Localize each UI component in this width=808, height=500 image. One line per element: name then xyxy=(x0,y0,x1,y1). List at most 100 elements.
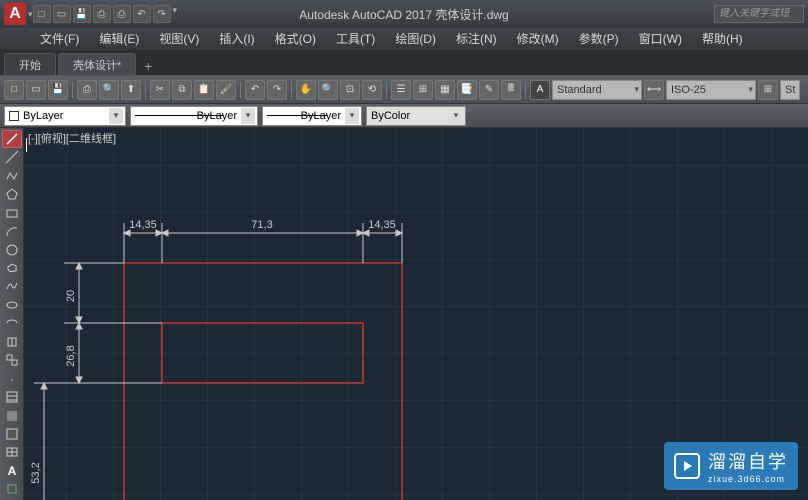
gradient-tool-icon[interactable] xyxy=(2,407,22,424)
table-tool-icon[interactable] xyxy=(2,444,22,461)
tb-markup-icon[interactable]: ✎ xyxy=(479,80,499,100)
circle-tool-icon[interactable] xyxy=(2,241,22,258)
layer-color-dropdown[interactable]: ByLayer ▾ xyxy=(4,106,126,126)
draw-toolbar: · A xyxy=(0,128,24,500)
tb-publish-icon[interactable]: ⬆ xyxy=(121,80,141,100)
insert-tool-icon[interactable] xyxy=(2,333,22,350)
play-icon xyxy=(674,453,700,479)
linetype-value: ByLayer xyxy=(197,110,237,122)
tb-props-icon[interactable]: ☰ xyxy=(391,80,411,100)
watermark-badge: 溜溜自学 zixue.3d66.com xyxy=(664,442,798,490)
qat-new-icon[interactable]: □ xyxy=(33,5,51,23)
polygon-tool-icon[interactable] xyxy=(2,186,22,203)
tb-undo-icon[interactable]: ↶ xyxy=(245,80,265,100)
tb-match-icon[interactable]: 🖌 xyxy=(216,80,236,100)
menu-draw[interactable]: 绘图(D) xyxy=(385,28,446,50)
separator xyxy=(240,81,241,99)
dim-v2: 26,8 xyxy=(65,345,77,366)
tab-new-icon[interactable]: + xyxy=(138,57,158,75)
menu-insert[interactable]: 插入(I) xyxy=(209,28,264,50)
point-tool-icon[interactable]: · xyxy=(2,370,22,387)
plotstyle-dropdown[interactable]: ByColor ▾ xyxy=(366,106,466,126)
line-tool-icon[interactable] xyxy=(2,130,22,148)
linetype-dropdown[interactable]: ByLayer ▾ xyxy=(130,106,258,126)
tb-new-icon[interactable]: □ xyxy=(4,80,24,100)
mtext-tool-icon[interactable]: A xyxy=(2,462,22,479)
tb-dim-icon[interactable]: ⟷ xyxy=(644,80,664,100)
text-style-value: Standard xyxy=(557,84,602,96)
layer-bar: ByLayer ▾ ByLayer ▾ ByLayer ▾ ByColor ▾ xyxy=(0,104,808,128)
tb-table-icon[interactable]: ⊞ xyxy=(758,80,778,100)
menu-modify[interactable]: 修改(M) xyxy=(507,28,569,50)
viewport-label[interactable]: [-][俯视][二维线框] xyxy=(28,130,116,146)
spline-tool-icon[interactable] xyxy=(2,278,22,295)
tb-print-icon[interactable]: ⎙ xyxy=(77,80,97,100)
tb-zoomprev-icon[interactable]: ⟲ xyxy=(362,80,382,100)
region-tool-icon[interactable] xyxy=(2,425,22,442)
tb-text-icon[interactable]: A xyxy=(530,80,550,100)
tb-paste-icon[interactable]: 📋 xyxy=(194,80,214,100)
tb-sheetset-icon[interactable]: 📑 xyxy=(457,80,477,100)
standard-dropdown[interactable]: St xyxy=(780,80,800,100)
revcloud-tool-icon[interactable] xyxy=(2,259,22,276)
hatch-tool-icon[interactable] xyxy=(2,388,22,405)
tab-current-file[interactable]: 壳体设计* xyxy=(58,53,136,75)
xline-tool-icon[interactable] xyxy=(2,149,22,166)
tb-copy-icon[interactable]: ⧉ xyxy=(172,80,192,100)
app-logo-icon[interactable]: A xyxy=(4,3,26,25)
tb-toolpalette-icon[interactable]: ▦ xyxy=(435,80,455,100)
quick-access-toolbar: □ ▭ 💾 ⎙ ⎙ ↶ ↷ ▾ xyxy=(33,5,178,23)
layer-color-value: ByLayer xyxy=(23,110,63,122)
menu-parametric[interactable]: 参数(P) xyxy=(569,28,629,50)
dim-h1: 14,35 xyxy=(129,219,157,231)
tab-start[interactable]: 开始 xyxy=(4,53,56,75)
qat-undo-icon[interactable]: ↶ xyxy=(133,5,151,23)
dropdown-arrow-icon: ▾ xyxy=(634,84,639,95)
tb-cut-icon[interactable]: ✂ xyxy=(150,80,170,100)
block-tool-icon[interactable] xyxy=(2,352,22,369)
tb-redo-icon[interactable]: ↷ xyxy=(267,80,287,100)
separator xyxy=(72,81,73,99)
window-title: Autodesk AutoCAD 2017 壳体设计.dwg xyxy=(299,6,508,23)
menu-dimension[interactable]: 标注(N) xyxy=(446,28,507,50)
dim-style-value: ISO-25 xyxy=(671,84,706,96)
ellipsearc-tool-icon[interactable] xyxy=(2,315,22,332)
search-input[interactable]: 键入关键字或短 xyxy=(714,5,804,23)
tb-zoomwin-icon[interactable]: ⊡ xyxy=(340,80,360,100)
tb-open-icon[interactable]: ▭ xyxy=(26,80,46,100)
tb-zoom-icon[interactable]: 🔍 xyxy=(318,80,338,100)
rectangle-tool-icon[interactable] xyxy=(2,204,22,221)
qat-saveas-icon[interactable]: ⎙ xyxy=(93,5,111,23)
menu-file[interactable]: 文件(F) xyxy=(30,28,89,50)
tb-calc-icon[interactable]: 🖩 xyxy=(501,80,521,100)
file-tab-bar: 开始 壳体设计* + xyxy=(0,50,808,76)
tb-preview-icon[interactable]: 🔍 xyxy=(99,80,119,100)
menu-edit[interactable]: 编辑(E) xyxy=(89,28,149,50)
polyline-tool-icon[interactable] xyxy=(2,167,22,184)
tb-designcenter-icon[interactable]: ⊞ xyxy=(413,80,433,100)
text-style-dropdown[interactable]: Standard ▾ xyxy=(552,80,642,100)
tb-pan-icon[interactable]: ✋ xyxy=(296,80,316,100)
drawing-canvas[interactable]: [-][俯视][二维线框] 14,35 71, xyxy=(24,128,808,500)
dropdown-arrow-icon: ▾ xyxy=(345,108,359,124)
separator xyxy=(145,81,146,99)
qat-more-icon[interactable]: ▾ xyxy=(173,5,178,23)
separator xyxy=(525,81,526,99)
dropdown-arrow-icon: ▾ xyxy=(109,108,123,124)
addselected-tool-icon[interactable] xyxy=(2,481,22,498)
qat-plot-icon[interactable]: ⎙ xyxy=(113,5,131,23)
dim-style-dropdown[interactable]: ISO-25 ▾ xyxy=(666,80,756,100)
menu-format[interactable]: 格式(O) xyxy=(265,28,326,50)
menu-bar: 文件(F) 编辑(E) 视图(V) 插入(I) 格式(O) 工具(T) 绘图(D… xyxy=(0,28,808,50)
menu-view[interactable]: 视图(V) xyxy=(149,28,209,50)
arc-tool-icon[interactable] xyxy=(2,222,22,239)
qat-save-icon[interactable]: 💾 xyxy=(73,5,91,23)
ellipse-tool-icon[interactable] xyxy=(2,296,22,313)
qat-open-icon[interactable]: ▭ xyxy=(53,5,71,23)
tb-save-icon[interactable]: 💾 xyxy=(48,80,68,100)
menu-help[interactable]: 帮助(H) xyxy=(692,28,753,50)
menu-window[interactable]: 窗口(W) xyxy=(629,28,692,50)
qat-redo-icon[interactable]: ↷ xyxy=(153,5,171,23)
menu-tools[interactable]: 工具(T) xyxy=(326,28,385,50)
lineweight-dropdown[interactable]: ByLayer ▾ xyxy=(262,106,362,126)
